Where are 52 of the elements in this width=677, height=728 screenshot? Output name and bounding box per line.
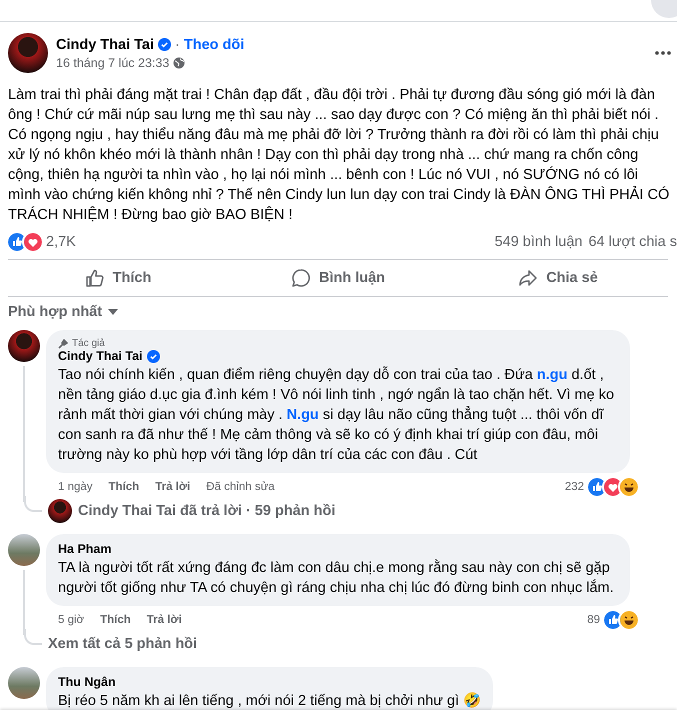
thread-connector-line xyxy=(24,496,42,512)
like-reaction-icon xyxy=(588,478,606,496)
comment-action-link[interactable]: Trả lời xyxy=(155,481,190,493)
author-label: Tác giả xyxy=(72,338,105,349)
thread-connector-line xyxy=(24,629,42,645)
heart-reaction-icon xyxy=(24,233,42,251)
sort-dropdown[interactable]: Phù hợp nhất xyxy=(8,304,118,320)
laughing-reaction-icon xyxy=(620,611,638,629)
comment-time: 1 ngày xyxy=(58,481,93,493)
replies-link[interactable]: Xem tất cả 5 phản hồi xyxy=(48,636,198,652)
like-reaction-icon xyxy=(8,233,26,251)
avatar xyxy=(8,33,48,73)
speech-bubble-icon xyxy=(290,268,311,288)
reaction-count[interactable]: 89 xyxy=(587,614,600,626)
comment-action-link[interactable]: Trả lời xyxy=(146,614,182,626)
author-name[interactable]: Cindy Thai Tai xyxy=(56,36,154,52)
replies-link[interactable]: Cindy Thai Tai đã trả lời · 59 phản hồi xyxy=(78,503,336,519)
caret-icon xyxy=(108,309,118,315)
edited-label: Đã chỉnh sửa xyxy=(206,481,275,493)
comment-time: 5 giờ xyxy=(58,614,84,626)
commenter-name[interactable]: Cindy Thai Tai xyxy=(58,349,142,363)
globe-icon xyxy=(173,56,186,68)
comment-button[interactable]: Bình luận xyxy=(228,260,448,296)
comment-text: TA là người tốt rất xứng đáng đc làm con dâu chị.e mong rằng sau này con chị sẽ gặp người tốt giống như TA có chuyện gì ráng chịu nha chị lúc đó đừng binh con nhục lắm. xyxy=(58,558,615,598)
thread-line xyxy=(23,570,25,635)
commenter-name[interactable]: Thu Ngân xyxy=(58,675,116,689)
share-arrow-icon xyxy=(518,268,538,288)
like-button[interactable]: Thích xyxy=(8,260,228,296)
follow-link[interactable]: Theo dõi xyxy=(184,36,244,52)
comment-action-link[interactable]: Thích xyxy=(108,481,140,493)
avatar xyxy=(8,330,40,362)
share-button[interactable]: Chia sẻ xyxy=(448,260,668,296)
reaction-count[interactable]: 232 xyxy=(564,481,584,493)
profile-link[interactable]: N.gu xyxy=(286,407,319,423)
post-time[interactable]: 16 tháng 7 lúc 23:33 xyxy=(56,56,170,70)
heart-reaction-icon xyxy=(604,478,622,496)
like-reaction-icon xyxy=(604,611,622,629)
photo-placeholder xyxy=(8,534,40,566)
comment-action-link[interactable]: Thích xyxy=(100,614,131,626)
comment-text: Bị réo 5 năm kh ai lên tiếng , mới nói 2 tiếng mà bị chởi như gì 🤣 xyxy=(58,691,482,711)
laughing-reaction-icon xyxy=(620,478,638,496)
photo-placeholder xyxy=(8,667,40,699)
comment-count[interactable]: 549 bình luận xyxy=(494,234,582,250)
reaction-count[interactable]: 2,7K xyxy=(46,234,76,250)
profile-link[interactable]: n.gu xyxy=(536,367,568,383)
more-options-icon[interactable] xyxy=(655,51,671,55)
thumbs-up-icon xyxy=(84,268,105,288)
commenter-name[interactable]: Ha Pham xyxy=(58,542,112,556)
comment-text: Tao nói chính kiến , quan điểm riêng chuyện dạy dỗ con trai của tao . Đứa n.gu d.ốt , nền tảng giáo d.ục gia đ.ình kém ! Vô nói linh tinh , ngớ ngẩn là tao chặn hết. Vì mẹ ko rảnh mất thời gian với chúng mày . N.gu si dạy lâu não cũng thẳng tuột ... thôi vốn dĩ con sanh ra đã như thế ! Mẹ cảm thông và sẽ ko có ý định khai trí giúp con đâu, môi trường này ko phù hợp với tầng lớp dân trí của các con đâu . Cút xyxy=(58,365,616,465)
share-count[interactable]: 64 lượt chia s xyxy=(588,234,677,250)
post-text: Làm trai thì phải đáng mặt trai ! Chân đạp đất , đầu đội trời . Phải tự đương đầu sóng gió mới là đàn ông ! Chứ cứ mãi núp sau lưng mẹ thì sau này ... sao dạy được con ? Có miệng ăn thì phải biết nói . Có ngọng ngịu , hay thiểu năng đâu mà mẹ phải đỡ lời ? Trưởng thành ra đời rồi có làm thì phải chịu xử lý nó khôn khéo mới là thành nhân ! Dạy con thì phải dạy trong nhà ... chứ mang ra chốn công cộng, thiên hạ người ta nhìn vào , họ lại nói mình ... bênh con ! Lúc nó VUI , nó SƯỚNG nó có lôi mình vào chứng kiến không nhỉ ? Thế nên Cindy lun lun dạy con trai Cindy là ĐÀN ÔNG THÌ PHẢI CÓ TRÁCH NHIỆM ! Đừng bao giờ BAO BIỆN ! xyxy=(8,86,670,225)
separator-dot: · xyxy=(175,36,180,52)
